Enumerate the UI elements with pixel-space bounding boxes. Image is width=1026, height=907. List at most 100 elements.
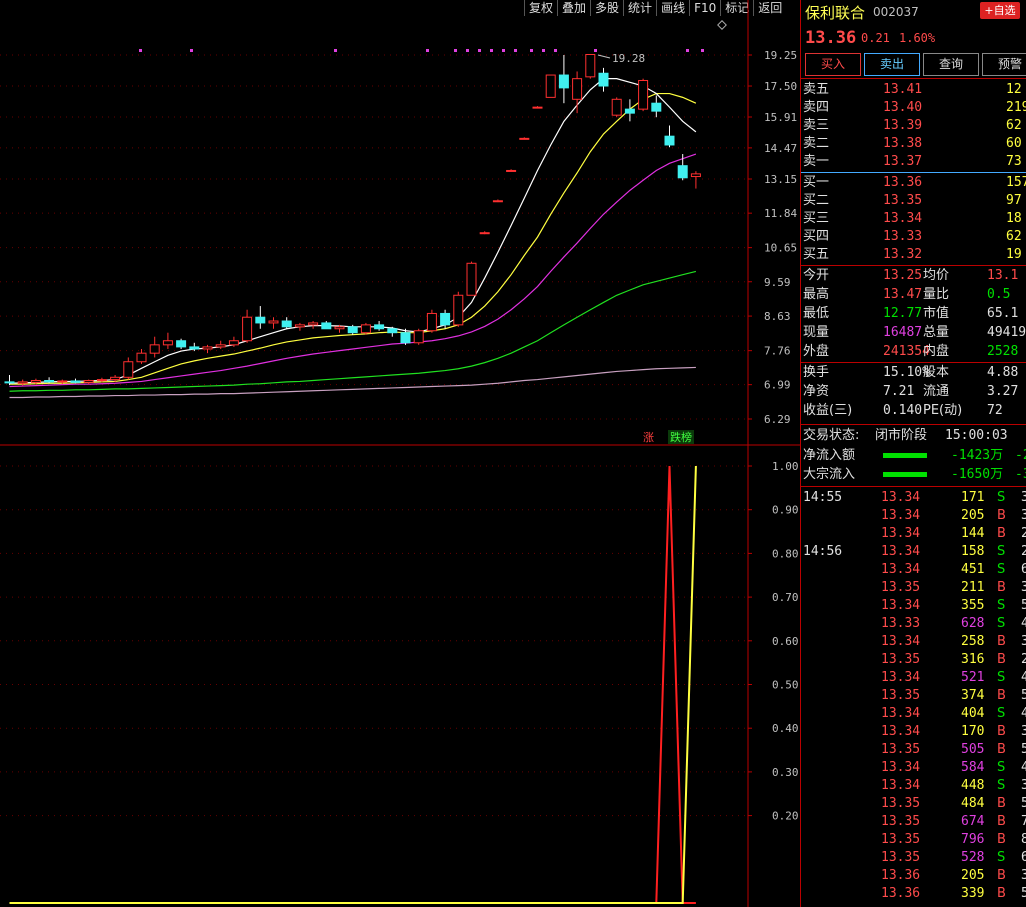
price-tick-label: 9.59 [764, 276, 791, 289]
quote-label: 内盘 [923, 344, 950, 359]
price-change-pct: 1.60% [899, 31, 936, 45]
tick-row: 13.35 796 B 8 [801, 831, 1026, 849]
price-tick-label: 7.76 [764, 345, 791, 358]
candle-body [585, 53, 596, 78]
tick-volume: 448 [961, 778, 985, 793]
tick-row: 13.36 339 B 5 [801, 885, 1026, 903]
ask-volume: 12 [1006, 82, 1022, 97]
flow-value: -1423万 [951, 448, 1004, 463]
tick-volume: 796 [961, 832, 985, 847]
signal-dot [554, 49, 557, 52]
signal-dot [478, 49, 481, 52]
quote-panel: 保利联合 002037 +自选 13.36 0.21 1.60% 买入 卖出 查… [800, 0, 1026, 907]
signal-dot [594, 49, 597, 52]
quote-label: 量比 [923, 287, 950, 302]
candle-body [110, 376, 121, 381]
candle-body [176, 340, 187, 348]
candle-body [136, 352, 147, 363]
flow-tail: -2 [1015, 448, 1026, 463]
quote-value: 16487 [883, 325, 923, 340]
signal-dot [490, 49, 493, 52]
flow-bar [883, 472, 927, 477]
tick-row: 13.34 584 S 4 [801, 759, 1026, 777]
add-watchlist-button[interactable]: +自选 [980, 2, 1020, 19]
candle-body [400, 332, 411, 344]
quote-label: 市值 [923, 306, 950, 321]
tick-tail: 7 [1021, 814, 1026, 829]
tick-side: B [997, 814, 1006, 829]
price-tick-label: 6.29 [764, 413, 791, 426]
ask-price: 13.40 [883, 100, 923, 115]
tick-volume: 374 [961, 688, 985, 703]
quote-label: 总量 [923, 325, 950, 340]
candle-body [44, 379, 55, 383]
tick-volume: 171 [961, 490, 985, 505]
tick-side: B [997, 634, 1006, 649]
bid-price: 13.34 [883, 211, 923, 226]
bid-label: 买四 [803, 229, 830, 244]
quote-row: 今开 13.25 均价 13.1 [801, 267, 1026, 285]
candle-body [228, 340, 239, 346]
bid-volume: 62 [1006, 229, 1022, 244]
kline-chart[interactable]: 19.25 17.50 15.91 14.47 13.15 11.84 10.65 9.59 8… [0, 0, 800, 446]
finance-value: 7.21 [883, 384, 915, 399]
candle-body [479, 232, 490, 235]
tick-price: 13.34 [881, 490, 921, 505]
quote-value: 13.1 [987, 268, 1019, 283]
price-change: 0.21 [861, 31, 890, 45]
tick-price: 13.34 [881, 544, 921, 559]
tick-tail: 5 [1021, 742, 1026, 757]
tick-side: S [997, 562, 1006, 577]
quote-value: 12.77 [883, 306, 923, 321]
buy-button[interactable]: 买入 [805, 53, 861, 76]
ask-volume: 219 [1006, 100, 1026, 115]
status-time: 15:00:03 [945, 428, 1008, 443]
flow-value: -1650万 [951, 467, 1004, 482]
sell-button[interactable]: 卖出 [864, 53, 920, 76]
bid-label: 买一 [803, 175, 830, 190]
quote-value: 65.1 [987, 306, 1019, 321]
quote-label: 均价 [923, 268, 950, 283]
tick-side: S [997, 778, 1006, 793]
tick-price: 13.34 [881, 670, 921, 685]
tick-side: B [997, 652, 1006, 667]
candle-body [690, 173, 701, 178]
finance-label: 净资 [803, 384, 830, 399]
tick-volume: 144 [961, 526, 985, 541]
tick-row: 13.34 448 S 3 [801, 777, 1026, 795]
bid-row: 买二 13.35 97 [801, 192, 1026, 210]
quote-label: 今开 [803, 268, 830, 283]
bid-row: 买四 13.33 62 [801, 228, 1026, 246]
quote-label: 最高 [803, 287, 830, 302]
tick-tail: 5 [1021, 796, 1026, 811]
alert-button[interactable]: 预警 [982, 53, 1026, 76]
flow-label: 净流入额 [803, 448, 856, 463]
tick-time: 14:55 [803, 490, 843, 505]
price-tick-label: 14.47 [764, 142, 797, 155]
quote-value: 49419 [987, 325, 1026, 340]
bid-label: 买二 [803, 193, 830, 208]
quote-value: 13.47 [883, 287, 923, 302]
candle-body [268, 320, 279, 324]
price-tick-label: 17.50 [764, 80, 797, 93]
tick-volume: 258 [961, 634, 985, 649]
signal-dot [686, 49, 689, 52]
tick-side: S [997, 544, 1006, 559]
indicator-chart[interactable]: 1.00 0.90 0.80 0.70 0.60 0.50 0.40 0.30 0.20 [0, 446, 800, 907]
tick-tail: 2 [1021, 652, 1026, 667]
tick-side: B [997, 886, 1006, 901]
candle-body [360, 324, 371, 334]
candle-body [281, 320, 292, 328]
signal-dot [514, 49, 517, 52]
candle-body [558, 74, 569, 89]
ma-line-gray [9, 366, 696, 399]
ask-label: 卖五 [803, 82, 830, 97]
tick-price: 13.33 [881, 616, 921, 631]
candle-body [506, 169, 517, 172]
price-tick-label: 6.99 [764, 379, 791, 392]
tick-side: B [997, 508, 1006, 523]
tick-tail: 2 [1021, 544, 1026, 559]
tick-volume: 521 [961, 670, 985, 685]
query-button[interactable]: 查询 [923, 53, 979, 76]
candle-body [70, 380, 81, 383]
